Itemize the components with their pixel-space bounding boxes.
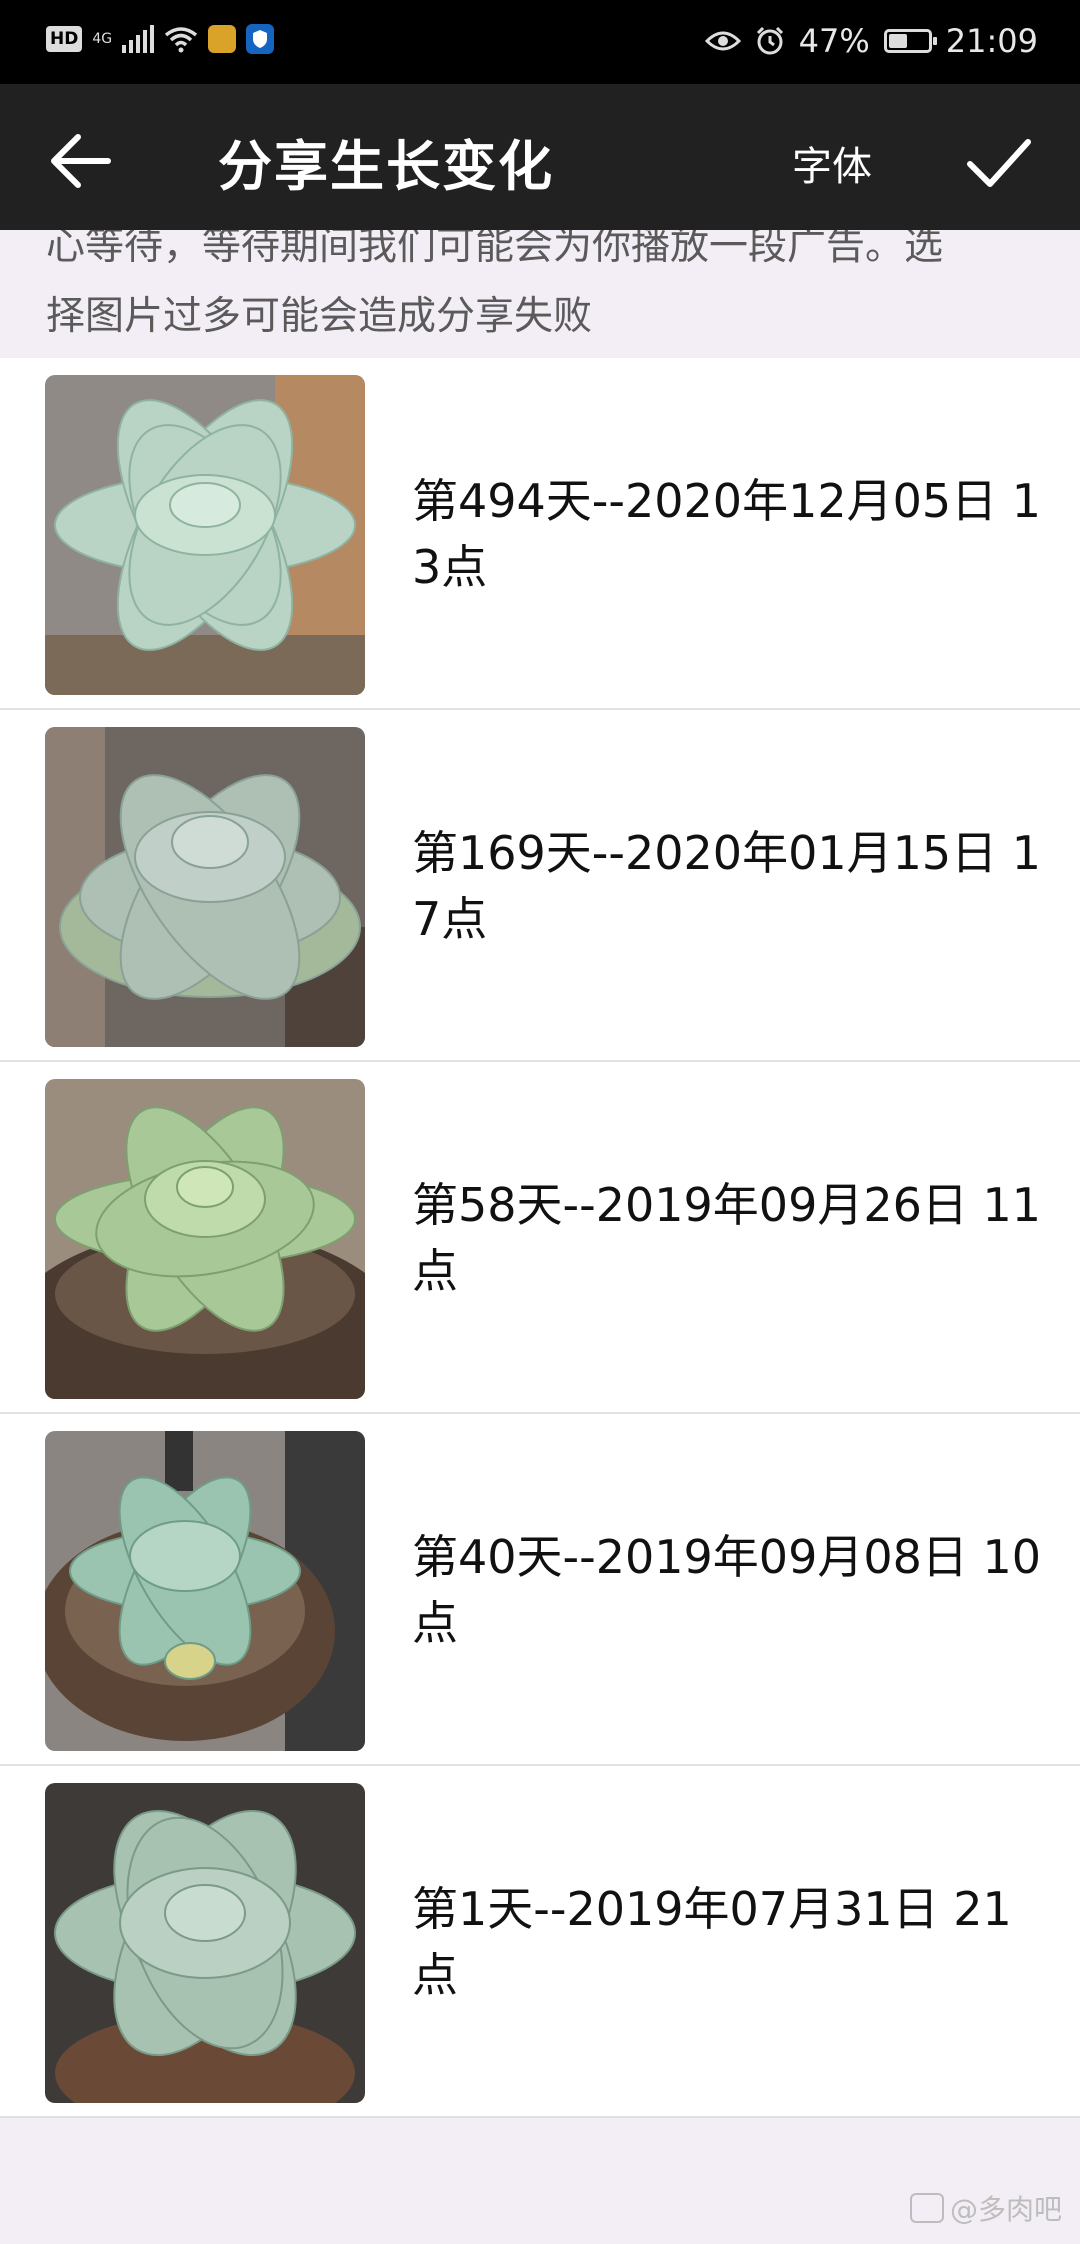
plant-photo[interactable] [45, 1079, 365, 1399]
plant-photo[interactable] [45, 1783, 365, 2103]
watermark: @多肉吧 [909, 2188, 1062, 2228]
app-bar: 分享生长变化 字体 [0, 84, 1080, 230]
list-item[interactable]: 第1天--2019年07月31日 21点 [0, 1766, 1080, 2118]
confirm-button[interactable] [964, 128, 1034, 194]
item-caption: 第494天--2020年12月05日 13点 [412, 474, 1042, 594]
alarm-icon [756, 26, 783, 55]
status-bar-left: HD 4G [46, 24, 275, 54]
footer-area: @多肉吧 [0, 2118, 1080, 2244]
signal-icon [122, 25, 155, 53]
eye-icon [704, 31, 741, 51]
battery-icon [883, 29, 937, 53]
shield-icon [246, 24, 275, 54]
list-item[interactable]: 第40天--2019年09月08日 10点 [0, 1414, 1080, 1766]
network-type-label: 4G [92, 31, 113, 47]
list-item[interactable]: 第494天--2020年12月05日 13点 [0, 358, 1080, 710]
status-bar: HD 4G 47% 21:09 [0, 0, 1080, 84]
plant-photo[interactable] [45, 1431, 365, 1751]
battery-percent: 47% [798, 22, 870, 60]
notice-banner: 心等待，等待期间我们可能会为你播放一段广告。选择图片过多可能会造成分享失败 [0, 230, 1080, 360]
plant-photo[interactable] [45, 375, 365, 695]
item-caption: 第40天--2019年09月08日 10点 [412, 1530, 1042, 1650]
list-item[interactable]: 第58天--2019年09月26日 11点 [0, 1062, 1080, 1414]
notice-text: 心等待，等待期间我们可能会为你播放一段广告。选择图片过多可能会造成分享失败 [46, 230, 944, 339]
back-arrow-icon [51, 134, 111, 188]
item-caption: 第169天--2020年01月15日 17点 [412, 826, 1042, 946]
wifi-icon [165, 27, 198, 53]
hd-icon: HD [46, 26, 83, 52]
font-button[interactable]: 字体 [792, 134, 872, 192]
watermark-text: @多肉吧 [949, 2193, 1062, 2226]
item-caption: 第1天--2019年07月31日 21点 [412, 1882, 1012, 2002]
list-item[interactable]: 第169天--2020年01月15日 17点 [0, 710, 1080, 1062]
growth-photo-list: 第494天--2020年12月05日 13点 第169天--2020年01月15… [0, 358, 1080, 2118]
check-icon [967, 139, 1031, 187]
page-title: 分享生长变化 [218, 135, 554, 198]
back-button[interactable] [44, 126, 124, 196]
plant-photo[interactable] [45, 727, 365, 1047]
item-caption: 第58天--2019年09月26日 11点 [412, 1178, 1042, 1298]
status-bar-right: 47% 21:09 [704, 22, 1038, 60]
app-notification-icon [208, 25, 237, 53]
watermark-logo-icon [909, 2193, 944, 2223]
clock: 21:09 [945, 22, 1038, 60]
